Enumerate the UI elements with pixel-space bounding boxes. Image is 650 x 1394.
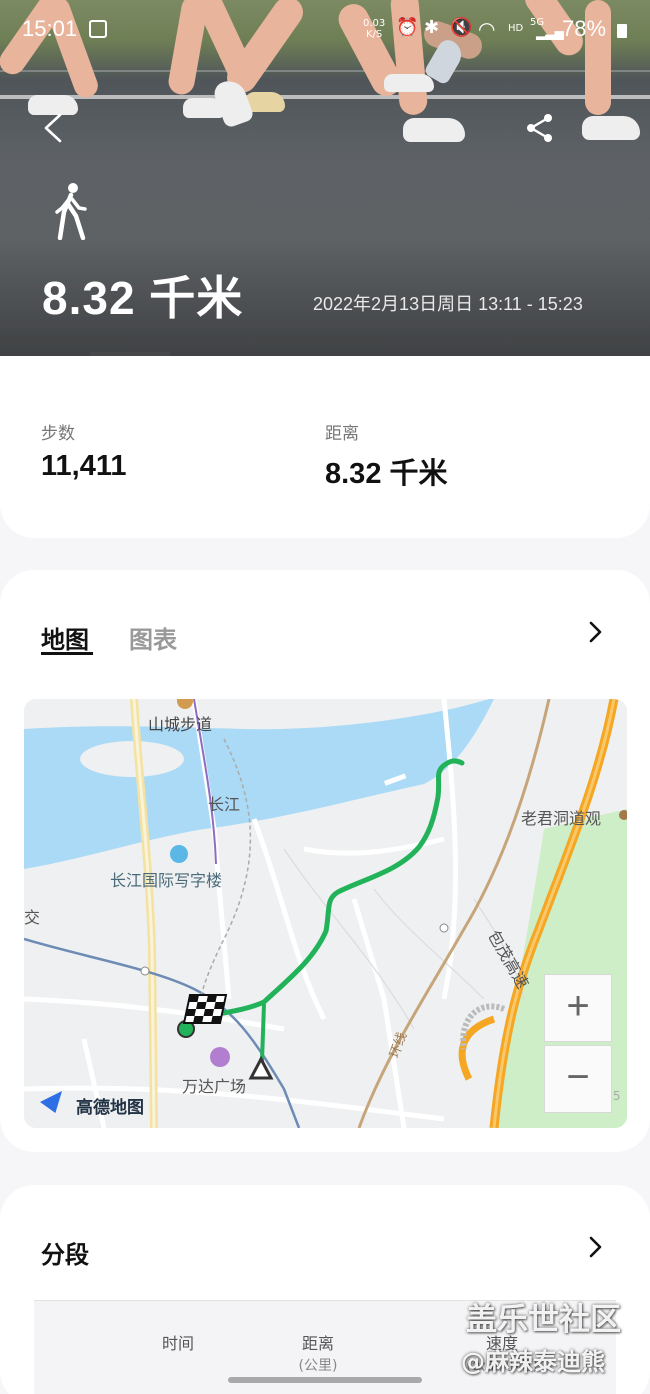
watermark-author: @麻辣泰迪熊 bbox=[461, 1348, 605, 1376]
chevron-right-icon[interactable] bbox=[584, 1236, 606, 1258]
workout-detail-page: 15:01 0.03 K/S ⏰ ✱ 🔇 ◠ HD 5G ▂▃▅ 78% 8.32… bbox=[0, 0, 650, 1394]
battery-level: 78% bbox=[562, 16, 607, 41]
map-label-laojun: 老君洞道观 bbox=[521, 809, 602, 828]
map-provider-logo: 高德地图 bbox=[76, 1098, 144, 1118]
alarm-icon: ⏰ bbox=[396, 17, 419, 38]
map-label-shancheng: 山城步道 bbox=[148, 715, 213, 734]
mute-icon: 🔇 bbox=[450, 17, 473, 38]
segments-title: 分段 bbox=[41, 1241, 89, 1269]
column-distance-unit: (公里) bbox=[298, 1358, 338, 1374]
total-distance: 8.32 千米 bbox=[42, 272, 244, 324]
steps-value: 11,411 bbox=[41, 450, 127, 482]
share-icon[interactable] bbox=[524, 112, 556, 144]
map-label-wanda: 万达广场 bbox=[182, 1077, 247, 1096]
signal-icon: ▂▃▅ bbox=[536, 26, 564, 40]
distance-value: 8.32 千米 bbox=[325, 458, 448, 490]
status-bar: 15:01 0.03 K/S ⏰ ✱ 🔇 ◠ HD 5G ▂▃▅ 78% bbox=[0, 14, 650, 44]
map-label-changjiang: 长江 bbox=[208, 795, 241, 814]
column-distance[interactable]: 距离 bbox=[278, 1330, 358, 1354]
status-time: 15:01 bbox=[22, 16, 78, 41]
route-map[interactable]: 山城步道 长江 长江国际写字楼 老君洞道观 包茂高速 交 万达广场 环线 高德地… bbox=[24, 699, 627, 1128]
stats-panel: 步数 11,411 距离 8.32 千米 bbox=[0, 352, 650, 538]
back-arrow-icon[interactable] bbox=[38, 112, 70, 144]
map-canvas bbox=[24, 699, 627, 1128]
wifi-icon: ◠ bbox=[478, 17, 496, 41]
battery-icon bbox=[617, 24, 627, 38]
tab-map[interactable]: 地图 bbox=[41, 620, 89, 655]
watermark-community: 盖乐世社区 bbox=[466, 1302, 621, 1338]
column-time[interactable]: 时间 bbox=[138, 1330, 218, 1354]
map-label-jiao: 交 bbox=[24, 908, 41, 927]
map-label-building: 长江国际写字楼 bbox=[110, 871, 223, 890]
active-tab-indicator bbox=[41, 652, 93, 655]
net-speed: 0.03 K/S bbox=[363, 18, 386, 40]
workout-date-range: 2022年2月13日周日 13:11 - 15:23 bbox=[313, 294, 583, 314]
gallery-icon bbox=[89, 20, 107, 38]
walking-person-icon bbox=[55, 183, 87, 240]
tab-chart[interactable]: 图表 bbox=[129, 620, 177, 655]
zoom-in-button[interactable]: + bbox=[544, 974, 612, 1042]
bluetooth-icon: ✱ bbox=[424, 17, 440, 38]
steps-label: 步数 bbox=[41, 424, 75, 444]
chevron-right-icon[interactable] bbox=[584, 621, 606, 643]
zoom-out-button[interactable]: − bbox=[544, 1045, 612, 1113]
hd-badge: HD bbox=[508, 23, 524, 34]
distance-label: 距离 bbox=[325, 424, 359, 444]
home-indicator[interactable] bbox=[228, 1377, 422, 1383]
